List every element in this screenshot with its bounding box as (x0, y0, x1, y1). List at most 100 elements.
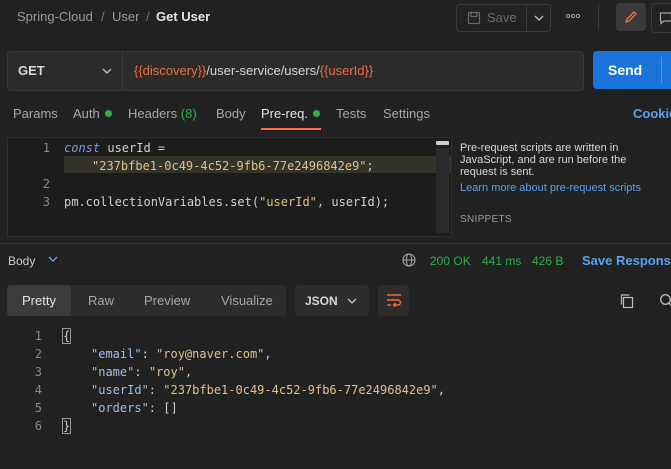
code-line: pm.collectionVariables.set("userId", use… (64, 195, 389, 209)
breadcrumb-collection[interactable]: Spring-Cloud (17, 9, 93, 24)
line-number: 2 (34, 347, 42, 361)
code-string: "237bfbe1-0c49-4c52-9fb6-77e2496842e9" (92, 159, 367, 173)
tab-body[interactable]: Body (216, 106, 246, 121)
tab-preview[interactable]: Preview (144, 293, 190, 308)
response-status[interactable]: 200 OK (430, 254, 471, 268)
json-line: "email": "roy@naver.com", (91, 347, 272, 361)
json-close-brace: } (61, 418, 72, 434)
response-body[interactable]: 1 2 3 4 5 6 { "email": "roy@naver.com", … (0, 326, 671, 469)
send-button[interactable]: Send (593, 51, 671, 89)
code-line: const userId = (64, 141, 165, 155)
line-number: 3 (42, 195, 50, 209)
tab-headers[interactable]: Headers (8) (128, 106, 197, 121)
url-variable-discovery[interactable]: {{discovery}} (134, 63, 206, 78)
tab-prereq-label: Pre-req. (261, 106, 308, 121)
url-input[interactable]: {{discovery}}/user-service/users/{{userI… (122, 51, 584, 91)
editor-scrollbar-thumb[interactable] (436, 141, 449, 145)
tab-raw[interactable]: Raw (88, 293, 114, 308)
snippets-heading: SNIPPETS (460, 214, 512, 225)
url-text: {{discovery}}/user-service/users/{{userI… (134, 63, 373, 78)
json-key: "email" (91, 347, 142, 361)
comment-icon (659, 12, 671, 25)
save-options-button[interactable] (526, 5, 551, 31)
active-tab-indicator (261, 128, 321, 130)
line-number: 4 (34, 383, 42, 397)
chevron-down-icon (102, 68, 112, 74)
url-path: /user-service/users/ (206, 63, 320, 78)
save-label: Save (487, 10, 517, 25)
save-icon (467, 11, 481, 25)
globe-icon[interactable] (402, 253, 416, 267)
auth-status-dot (104, 110, 112, 117)
url-variable-userid[interactable]: {{userId}} (320, 63, 374, 78)
line-number: 5 (34, 401, 42, 415)
response-size[interactable]: 426 B (532, 254, 563, 268)
wrap-lines-button[interactable] (378, 285, 409, 316)
save-button[interactable]: Save (457, 5, 525, 31)
line-number: 1 (34, 329, 42, 343)
pencil-icon (624, 11, 637, 24)
top-bar: Spring-Cloud / User / Get User Save (0, 0, 671, 34)
tab-headers-label: Headers (128, 106, 178, 121)
prerequest-script-editor[interactable]: 1 2 3 const userId = "237bfbe1-0c49-4c52… (7, 137, 452, 237)
json-line: "name": "roy", (91, 365, 193, 379)
save-button-group: Save (456, 4, 551, 32)
comments-button[interactable] (651, 3, 671, 33)
json-line: "orders": [] (91, 401, 178, 415)
page-title[interactable]: Get User (156, 9, 210, 24)
line-number: 6 (34, 419, 42, 433)
code-text: pm.collectionVariables. (64, 195, 231, 209)
method-select[interactable]: GET (7, 51, 122, 91)
send-label: Send (608, 62, 643, 78)
json-key: "orders" (91, 401, 149, 415)
format-label: JSON (305, 294, 338, 308)
breadcrumb-separator: / (101, 9, 105, 24)
tab-tests[interactable]: Tests (336, 106, 366, 121)
tab-visualize[interactable]: Visualize (221, 293, 273, 308)
chevron-down-icon (534, 15, 544, 21)
tab-settings[interactable]: Settings (383, 106, 430, 121)
search-icon[interactable] (659, 293, 671, 309)
code-text: ( (251, 195, 260, 209)
line-number: 2 (42, 177, 50, 191)
json-value: "237bfbe1-0c49-4c52-9fb6-77e2496842e9" (163, 383, 438, 397)
more-icon[interactable] (565, 6, 581, 26)
response-divider[interactable] (0, 243, 671, 244)
tab-params[interactable]: Params (13, 106, 58, 121)
code-text: userId = (100, 141, 166, 155)
save-response-button[interactable]: Save Response (582, 253, 671, 268)
method-label: GET (18, 63, 45, 78)
headers-count: (8) (180, 106, 197, 121)
code-text: ; (366, 159, 374, 173)
code-keyword: const (64, 141, 101, 155)
tab-auth-label: Auth (73, 106, 100, 121)
chevron-down-icon[interactable] (48, 255, 58, 263)
code-string: "userId" (259, 195, 317, 209)
json-key: "userId" (91, 383, 149, 397)
response-time[interactable]: 441 ms (482, 254, 521, 268)
tab-auth[interactable]: Auth (73, 106, 112, 121)
response-body-label[interactable]: Body (8, 254, 35, 268)
tab-pretty[interactable]: Pretty (22, 293, 56, 308)
breadcrumb-separator: / (146, 9, 150, 24)
json-value: [] (163, 401, 178, 415)
format-select[interactable]: JSON (295, 285, 369, 316)
json-open-brace: { (61, 328, 72, 344)
response-view-tabs: Pretty Raw Preview Visualize (7, 285, 286, 316)
toolbar-divider (598, 4, 599, 30)
json-key: "name" (91, 365, 135, 379)
code-line: "237bfbe1-0c49-4c52-9fb6-77e2496842e9"; (92, 159, 374, 173)
editor-scrollbar[interactable] (436, 148, 449, 233)
learn-more-link[interactable]: Learn more about pre-request scripts (460, 182, 641, 194)
edit-button[interactable] (616, 3, 646, 31)
prereq-status-dot (312, 110, 320, 117)
copy-icon[interactable] (619, 293, 635, 309)
code-function: set (230, 195, 252, 209)
breadcrumb-folder[interactable]: User (112, 9, 139, 24)
json-line: "userId": "237bfbe1-0c49-4c52-9fb6-77e24… (91, 383, 446, 397)
prerequest-help-text: Pre-request scripts are written in JavaS… (460, 142, 627, 178)
cookies-link[interactable]: Cookie (633, 106, 671, 121)
tab-prereq[interactable]: Pre-req. (261, 106, 320, 121)
wrap-icon (387, 294, 402, 308)
json-value: "roy" (148, 365, 185, 379)
